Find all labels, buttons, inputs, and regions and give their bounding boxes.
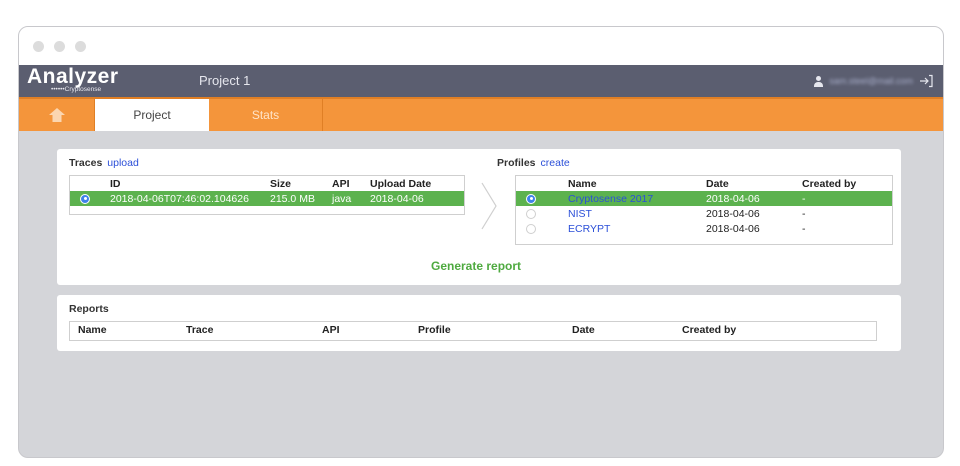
user-icon (814, 75, 824, 87)
profile-name-link[interactable]: ECRYPT (568, 223, 610, 235)
tab-stats[interactable]: Stats (209, 99, 323, 131)
col-name: Name (78, 323, 107, 336)
profiles-header: Profiles create (497, 157, 570, 169)
col-select (516, 176, 568, 191)
profile-row[interactable]: NIST 2018-04-06 - (516, 206, 892, 221)
profile-date: 2018-04-06 (706, 222, 760, 235)
reports-title: Reports (69, 303, 109, 315)
profile-created-by: - (802, 191, 892, 206)
trace-id: 2018-04-06T07:46:02.104626 (110, 191, 270, 206)
window-maximize-dot[interactable] (75, 41, 86, 52)
profiles-header-row: Name Date Created by (516, 176, 892, 191)
browser-window: Analyzer ••••••Cryptosense Project 1 sam… (18, 26, 944, 458)
col-date: Date (706, 177, 729, 190)
reports-header-row: Name Trace API Profile Date Created by (70, 322, 876, 337)
profiles-table: Name Date Created by Cryptosense 2017 20… (515, 175, 893, 245)
trace-upload-date: 2018-04-06 (370, 191, 464, 206)
reports-header: Reports (69, 303, 114, 315)
traces-header: Traces upload (69, 157, 139, 169)
logo-subtitle-text: Cryptosense (64, 86, 102, 93)
home-icon (48, 108, 65, 122)
chevron-right-icon (481, 182, 497, 230)
trace-row[interactable]: 2018-04-06T07:46:02.104626 215.0 MB java… (70, 191, 464, 206)
profile-radio[interactable] (526, 223, 536, 234)
col-id: ID (110, 177, 121, 190)
window-close-dot[interactable] (33, 41, 44, 52)
project-title: Project 1 (199, 73, 251, 88)
selection-card: Traces upload ID Size API Upload Date 20… (57, 149, 901, 285)
logout-icon[interactable] (919, 74, 933, 88)
col-created-by: Created by (682, 323, 737, 336)
upload-link[interactable]: upload (107, 157, 139, 169)
traces-table: ID Size API Upload Date 2018-04-06T07:46… (69, 175, 465, 215)
trace-radio[interactable] (80, 193, 90, 204)
col-size: Size (270, 177, 292, 190)
main-nav: Project Stats (19, 97, 943, 131)
reports-table: Name Trace API Profile Date Created by (69, 321, 877, 341)
app-logo[interactable]: Analyzer ••••••Cryptosense (27, 65, 119, 94)
traces-header-row: ID Size API Upload Date (70, 176, 464, 191)
col-profile: Profile (418, 323, 451, 336)
col-upload-date: Upload Date (370, 177, 432, 190)
profile-created-by: - (802, 222, 806, 235)
col-created-by: Created by (802, 177, 857, 190)
col-api: API (332, 177, 350, 190)
logo-text: Analyzer (27, 65, 119, 88)
trace-api: java (332, 191, 370, 206)
profiles-title: Profiles (497, 157, 536, 169)
user-email[interactable]: sam.steel@mail.com (829, 76, 913, 86)
profile-created-by: - (802, 207, 806, 220)
col-date: Date (572, 323, 595, 336)
window-minimize-dot[interactable] (54, 41, 65, 52)
col-trace: Trace (186, 323, 214, 336)
trace-size: 215.0 MB (270, 191, 332, 206)
generate-report-button[interactable]: Generate report (431, 259, 521, 273)
profile-date: 2018-04-06 (706, 191, 802, 206)
col-api: API (322, 323, 340, 336)
col-select (70, 176, 110, 191)
user-menu[interactable]: sam.steel@mail.com (814, 74, 933, 88)
home-button[interactable] (19, 99, 95, 131)
logo-subtitle: ••••••Cryptosense (51, 86, 101, 93)
app-header: Analyzer ••••••Cryptosense Project 1 sam… (19, 65, 943, 97)
profile-radio[interactable] (526, 208, 536, 219)
profile-name-link[interactable]: NIST (568, 208, 592, 220)
profile-row[interactable]: ECRYPT 2018-04-06 - (516, 221, 892, 236)
window-titlebar (19, 27, 943, 65)
traces-title: Traces (69, 157, 103, 169)
reports-card: Reports Name Trace API Profile Date Crea… (57, 295, 901, 351)
profile-date: 2018-04-06 (706, 207, 760, 220)
logo-dots: •••••• (51, 86, 65, 93)
profile-name-link[interactable]: Cryptosense 2017 (568, 193, 653, 205)
create-link[interactable]: create (541, 157, 570, 169)
col-name: Name (568, 177, 597, 190)
tab-project[interactable]: Project (95, 99, 209, 131)
profile-radio[interactable] (526, 193, 536, 204)
profile-row[interactable]: Cryptosense 2017 2018-04-06 - (516, 191, 892, 206)
